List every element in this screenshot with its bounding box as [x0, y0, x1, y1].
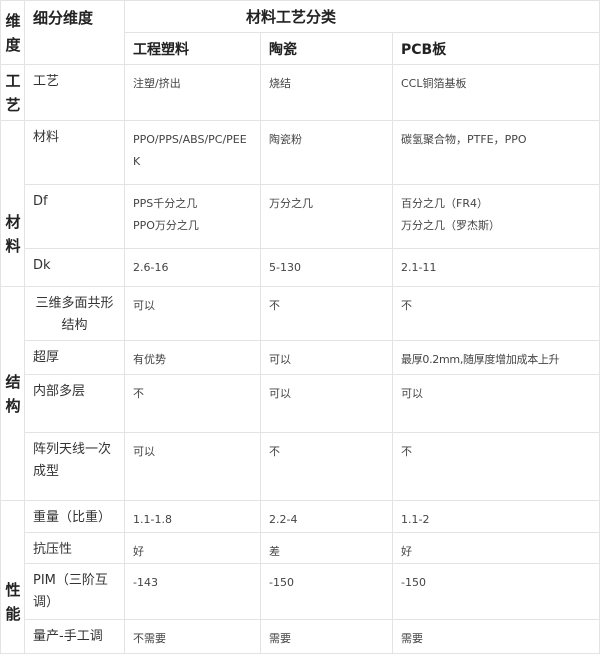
section-label-material: 材料: [0, 120, 25, 287]
cell-a: 好: [124, 532, 261, 564]
cell-c: 百分之几（FR4） 万分之几（罗杰斯）: [392, 184, 600, 249]
table-row: 超厚 有优势 可以 最厚0.2mm,随厚度增加成本上升: [1, 340, 600, 375]
table-row: 抗压性 好 差 好: [1, 532, 600, 564]
row-name: 超厚: [24, 340, 125, 375]
cell-b: 可以: [260, 374, 393, 433]
cell-a: 可以: [124, 432, 261, 501]
cell-b: -150: [260, 563, 393, 620]
table-row: PIM（三阶互调） -143 -150 -150: [1, 563, 600, 620]
cell-c: 好: [392, 532, 600, 564]
cell-b: 可以: [260, 340, 393, 375]
section-label-process: 工艺: [0, 64, 25, 121]
cell-c: 2.1-11: [392, 248, 600, 287]
header-group: 材料工艺分类: [124, 0, 600, 33]
cell-b: 烧结: [260, 64, 393, 121]
cell-b: 差: [260, 532, 393, 564]
table-row: Dk 2.6-16 5-130 2.1-11: [1, 248, 600, 287]
table-row: Df PPS千分之几 PPO万分之几 万分之几 百分之几（FR4） 万分之几（罗…: [1, 184, 600, 249]
row-name: Dk: [24, 248, 125, 287]
section-label-structure: 结构: [0, 286, 25, 501]
cell-a: PPO/PPS/ABS/PC/PEEK: [124, 120, 261, 185]
cell-a: 2.6-16: [124, 248, 261, 287]
cell-b: 不: [260, 432, 393, 501]
cell-b: 5-130: [260, 248, 393, 287]
section-label-performance: 性能: [0, 500, 25, 654]
row-name: 量产-手工调: [24, 619, 125, 654]
row-name: Df: [24, 184, 125, 249]
header-sub-dimension: 细分维度: [24, 0, 125, 65]
cell-c: 可以: [392, 374, 600, 433]
row-name: 工艺: [24, 64, 125, 121]
table-row: 内部多层 不 可以 可以: [1, 374, 600, 433]
table-row: 结构 三维多面共形结构 可以 不 不: [0, 286, 600, 501]
cell-c: 不: [392, 432, 600, 501]
cell-b: 陶瓷粉: [260, 120, 393, 185]
row-name: 重量（比重）: [24, 500, 125, 533]
cell-b: 不: [260, 286, 393, 341]
cell-a: 不需要: [124, 619, 261, 654]
table-row: 性能 重量（比重） 1.1-1.8 2.2-4 1.1-2: [0, 500, 600, 654]
material-process-table: 维度 细分维度 材料工艺分类 工程塑料 陶瓷 PCB板 工艺 工艺 注塑/挤出 …: [0, 0, 600, 654]
row-name: 抗压性: [24, 532, 125, 564]
header-col-pcb: PCB板: [392, 32, 600, 65]
cell-b: 万分之几: [260, 184, 393, 249]
cell-a: -143: [124, 563, 261, 620]
cell-b: 需要: [260, 619, 393, 654]
cell-c: -150: [392, 563, 600, 620]
cell-c: 需要: [392, 619, 600, 654]
table-row: 阵列天线一次成型 可以 不 不: [1, 432, 600, 501]
cell-c: 1.1-2: [392, 500, 600, 533]
cell-a: 有优势: [124, 340, 261, 375]
cell-b: 2.2-4: [260, 500, 393, 533]
cell-c: 碳氢聚合物，PTFE，PPO: [392, 120, 600, 185]
header-col-ceramic: 陶瓷: [260, 32, 393, 65]
cell-c: CCL铜箔基板: [392, 64, 600, 121]
cell-a: PPS千分之几 PPO万分之几: [124, 184, 261, 249]
table-row: 量产-手工调 不需要 需要 需要: [1, 619, 600, 654]
cell-c: 不: [392, 286, 600, 341]
header-col-engineering-plastic: 工程塑料: [124, 32, 261, 65]
row-name: 三维多面共形结构: [24, 286, 125, 341]
row-name: PIM（三阶互调）: [24, 563, 125, 620]
cell-a: 注塑/挤出: [124, 64, 261, 121]
cell-a: 不: [124, 374, 261, 433]
row-name: 材料: [24, 120, 125, 185]
row-name: 内部多层: [24, 374, 125, 433]
table-row: 工艺 工艺 注塑/挤出 烧结 CCL铜箔基板: [0, 64, 600, 121]
cell-a: 可以: [124, 286, 261, 341]
row-name: 阵列天线一次成型: [24, 432, 125, 501]
table-row: 材料 材料 PPO/PPS/ABS/PC/PEEK 陶瓷粉 碳氢聚合物，PTFE…: [0, 120, 600, 287]
cell-a: 1.1-1.8: [124, 500, 261, 533]
header-dimension: 维度: [0, 0, 25, 65]
cell-c: 最厚0.2mm,随厚度增加成本上升: [392, 340, 600, 375]
